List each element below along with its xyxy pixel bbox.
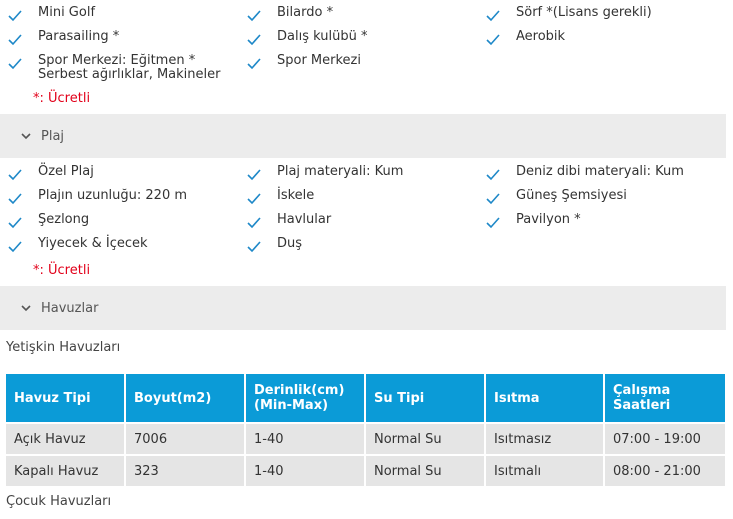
column-header: Boyut(m2) xyxy=(126,374,246,422)
feature-label: Yiyecek & İçecek xyxy=(38,236,148,251)
feature-item: Güneş Şemsiyesi xyxy=(486,189,627,205)
check-icon xyxy=(8,241,22,253)
adult-pools-title: Yetişkin Havuzları xyxy=(6,340,121,355)
feature-label: Plaj materyali: Kum xyxy=(277,164,404,179)
feature-label: Sörf *(Lisans gerekli) xyxy=(516,5,652,20)
column-header: Çalışma Saatleri xyxy=(605,374,725,422)
check-icon xyxy=(247,217,261,229)
check-icon xyxy=(247,241,261,253)
feature-label: Spor Merkezi: Eğitmen * Serbest ağırlıkl… xyxy=(38,53,221,82)
feature-label: Mini Golf xyxy=(38,5,96,20)
table-cell: Normal Su xyxy=(366,422,486,454)
paid-note: *: Ücretli xyxy=(33,263,91,278)
check-icon xyxy=(486,10,500,22)
table-cell: 08:00 - 21:00 xyxy=(605,454,725,486)
column-header: Derinlik(cm) (Min-Max) xyxy=(246,374,366,422)
feature-label: Pavilyon * xyxy=(516,212,581,227)
check-icon xyxy=(247,169,261,181)
feature-item: Aerobik xyxy=(486,30,565,46)
feature-item: Yiyecek & İçecek xyxy=(8,237,148,253)
feature-label: Şezlong xyxy=(38,212,90,227)
check-icon xyxy=(486,169,500,181)
feature-label: İskele xyxy=(277,188,315,203)
table-cell: Normal Su xyxy=(366,454,486,486)
column-header: Havuz Tipi xyxy=(6,374,126,422)
feature-item: Dalış kulübü * xyxy=(247,30,367,46)
table-cell: 1-40 xyxy=(246,422,366,454)
chevron-down-icon xyxy=(21,133,31,140)
check-icon xyxy=(8,169,22,181)
check-icon xyxy=(8,193,22,205)
feature-item: Duş xyxy=(247,237,302,253)
feature-item: Deniz dibi materyali: Kum xyxy=(486,165,684,181)
check-icon xyxy=(8,34,22,46)
section-toggle-beach[interactable]: Plaj xyxy=(0,114,726,158)
feature-label: Plajın uzunluğu: 220 m xyxy=(38,188,188,203)
feature-item: Bilardo * xyxy=(247,6,333,22)
table-cell: Kapalı Havuz xyxy=(6,454,126,486)
child-pools-title: Çocuk Havuzları xyxy=(6,494,112,509)
feature-item: Özel Plaj xyxy=(8,165,94,181)
table-cell: 7006 xyxy=(126,422,246,454)
check-icon xyxy=(486,34,500,46)
feature-item: Havlular xyxy=(247,213,331,229)
feature-item: Mini Golf xyxy=(8,6,95,22)
feature-item: Spor Merkezi xyxy=(247,54,361,70)
feature-item: İskele xyxy=(247,189,314,205)
feature-label: Deniz dibi materyali: Kum xyxy=(516,164,684,179)
check-icon xyxy=(247,58,261,70)
check-icon xyxy=(486,193,500,205)
section-title: Havuzlar xyxy=(41,300,99,316)
section-toggle-pools[interactable]: Havuzlar xyxy=(0,286,726,330)
chevron-down-icon xyxy=(21,305,31,312)
check-icon xyxy=(8,10,22,22)
feature-label: Duş xyxy=(277,236,303,251)
feature-label: Bilardo * xyxy=(277,5,334,20)
table-header-row: Havuz Tipi Boyut(m2) Derinlik(cm) (Min-M… xyxy=(6,374,725,422)
paid-note: *: Ücretli xyxy=(33,91,91,106)
feature-item: Plajın uzunluğu: 220 m xyxy=(8,189,187,205)
table-cell: 07:00 - 19:00 xyxy=(605,422,725,454)
feature-item: Plaj materyali: Kum xyxy=(247,165,403,181)
feature-item: Şezlong xyxy=(8,213,89,229)
feature-label: Aerobik xyxy=(516,29,566,44)
check-icon xyxy=(247,193,261,205)
column-header: Su Tipi xyxy=(366,374,486,422)
table-row: Açık Havuz 7006 1-40 Normal Su Isıtmasız… xyxy=(6,422,725,454)
check-icon xyxy=(8,58,22,70)
column-header: Isıtma xyxy=(486,374,605,422)
pools-table: Havuz Tipi Boyut(m2) Derinlik(cm) (Min-M… xyxy=(6,374,725,486)
feature-label: Spor Merkezi xyxy=(277,53,361,68)
table-cell: 1-40 xyxy=(246,454,366,486)
table-row: Kapalı Havuz 323 1-40 Normal Su Isıtmalı… xyxy=(6,454,725,486)
feature-item: Spor Merkezi: Eğitmen * Serbest ağırlıkl… xyxy=(8,54,248,82)
feature-label: Dalış kulübü * xyxy=(277,29,368,44)
feature-label: Güneş Şemsiyesi xyxy=(516,188,627,203)
check-icon xyxy=(8,217,22,229)
check-icon xyxy=(486,217,500,229)
feature-item: Sörf *(Lisans gerekli) xyxy=(486,6,652,22)
section-title: Plaj xyxy=(41,128,65,144)
feature-label: Özel Plaj xyxy=(38,164,94,179)
table-cell: Isıtmalı xyxy=(486,454,605,486)
check-icon xyxy=(247,34,261,46)
feature-label: Havlular xyxy=(277,212,332,227)
table-cell: 323 xyxy=(126,454,246,486)
feature-item: Parasailing * xyxy=(8,30,119,46)
table-cell: Açık Havuz xyxy=(6,422,126,454)
check-icon xyxy=(247,10,261,22)
table-cell: Isıtmasız xyxy=(486,422,605,454)
feature-item: Pavilyon * xyxy=(486,213,581,229)
feature-label: Parasailing * xyxy=(38,29,120,44)
